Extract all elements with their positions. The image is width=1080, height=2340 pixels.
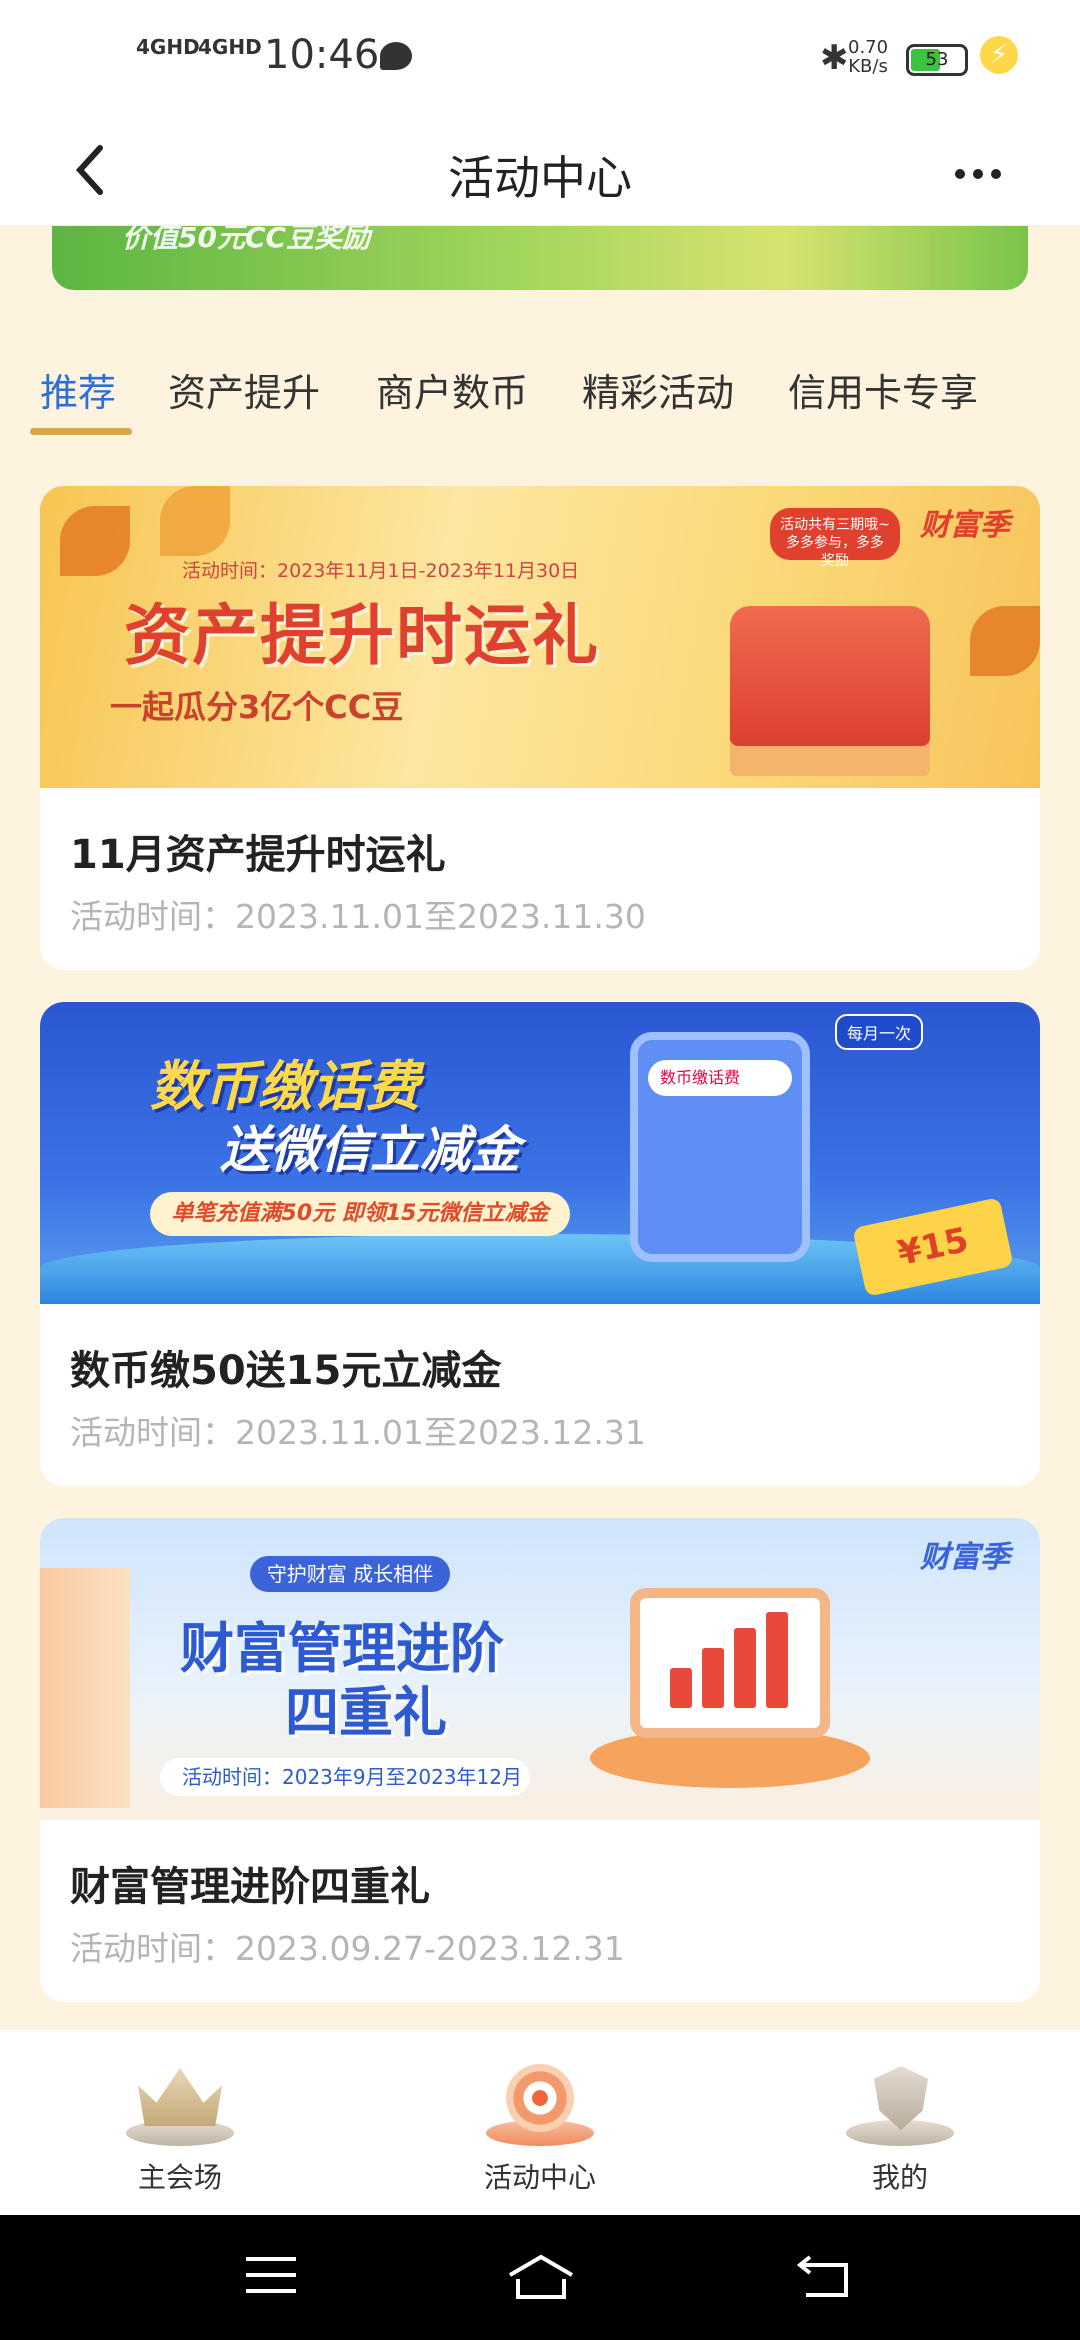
network-speed: 0.70 KB/s (848, 38, 888, 76)
activity-card[interactable]: 守护财富 成长相伴 财富管理进阶 四重礼 活动时间：2023年9月至2023年1… (40, 1518, 1040, 2002)
card-title: 财富管理进阶四重礼 (70, 1864, 430, 1910)
menu-icon[interactable] (244, 2253, 298, 2308)
card-title: 数币缴50送15元立减金 (70, 1348, 502, 1394)
header: 活动中心 (0, 118, 1080, 226)
activity-card[interactable]: 数币缴话费 送微信立减金 单笔充值满50元 即领15元微信立减金 数币缴话费 每… (40, 1002, 1040, 1486)
gift-box-icon (730, 606, 930, 776)
top-promo-banner[interactable]: 价值50元CC豆奖励 (52, 226, 1028, 290)
activity-banner-image: 活动时间：2023年11月1日-2023年11月30日 资产提升时运礼 一起瓜分… (40, 486, 1040, 788)
bottom-nav-label: 我的 (871, 2161, 928, 2194)
banner-tag: 活动共有三期哦~多多参与，多多奖励 (770, 508, 900, 569)
tab-credit-card-exclusive[interactable]: 信用卡专享 (788, 362, 978, 417)
charging-icon: ⚡ (980, 36, 1018, 74)
home-icon[interactable] (506, 2253, 576, 2314)
signal-1: 4GHD (136, 35, 200, 59)
speed-unit: KB/s (848, 56, 888, 77)
banner-offer-strip: 单笔充值满50元 即领15元微信立减金 (150, 1192, 570, 1236)
top-banner-text: 价值50元CC豆奖励 (122, 226, 371, 254)
bottom-nav-main-venue[interactable]: 主会场 (50, 2050, 310, 2196)
system-navigation-bar (0, 2215, 1080, 2340)
more-dots-icon (955, 169, 1001, 179)
banner-tag: 每月一次 (835, 1014, 924, 1050)
battery-level: 53 (925, 49, 949, 70)
banner-time: 活动时间：2023年11月1日-2023年11月30日 (182, 560, 580, 582)
chart-board-illustration (630, 1588, 830, 1738)
status-bar: 4GHD 4GHD 10:46 ✱ 0.70 KB/s 53 ⚡ (0, 0, 1080, 118)
banner-headline-2: 四重礼 (285, 1681, 447, 1744)
activity-banner-image: 数币缴话费 送微信立减金 单笔充值满50元 即领15元微信立减金 数币缴话费 每… (40, 1002, 1040, 1304)
card-date: 活动时间：2023.11.01至2023.11.30 (70, 897, 646, 936)
target-icon (480, 2050, 600, 2150)
active-tab-indicator (30, 428, 132, 435)
banner-logo: 财富季 (920, 508, 1010, 543)
phone-illustration: 数币缴话费 (630, 1032, 810, 1262)
bottom-nav-mine[interactable]: 我的 (770, 2050, 1030, 2196)
bottom-nav-label: 主会场 (137, 2161, 222, 2194)
bottom-nav-label: 活动中心 (483, 2161, 596, 2194)
tab-asset-upgrade[interactable]: 资产提升 (168, 362, 320, 417)
shield-icon (840, 2050, 960, 2150)
bottom-navigation: 主会场 活动中心 我的 (0, 2030, 1080, 2215)
banner-logo: 财富季 (920, 1540, 1010, 1575)
speed-value: 0.70 (848, 37, 889, 58)
building-illustration (40, 1568, 130, 1808)
crown-icon (120, 2050, 240, 2150)
card-title: 11月资产提升时运礼 (70, 832, 446, 878)
banner-top-pill: 守护财富 成长相伴 (250, 1556, 450, 1592)
tab-merchant-digital-currency[interactable]: 商户数币 (376, 362, 528, 417)
card-date: 活动时间：2023.09.27-2023.12.31 (70, 1929, 625, 1968)
banner-subtitle: 一起瓜分3亿个CC豆 (110, 688, 404, 726)
banner-headline: 资产提升时运礼 (124, 597, 600, 674)
banner-time: 活动时间：2023年9月至2023年12月 (160, 1758, 530, 1796)
tab-recommend[interactable]: 推荐 (40, 362, 116, 417)
clock: 10:46 (264, 32, 380, 78)
message-icon (380, 42, 412, 70)
battery-icon: 53 (906, 44, 968, 76)
more-button[interactable] (950, 132, 1010, 205)
back-nav-icon[interactable] (796, 2253, 852, 2310)
banner-search-text: 数币缴话费 (648, 1060, 792, 1096)
tab-featured-activities[interactable]: 精彩活动 (582, 362, 734, 417)
activity-card[interactable]: 活动时间：2023年11月1日-2023年11月30日 资产提升时运礼 一起瓜分… (40, 486, 1040, 970)
activity-banner-image: 守护财富 成长相伴 财富管理进阶 四重礼 活动时间：2023年9月至2023年1… (40, 1518, 1040, 1820)
bluetooth-icon: ✱ (820, 38, 849, 78)
banner-headline-2: 送微信立减金 (220, 1121, 520, 1179)
bottom-nav-activity-center[interactable]: 活动中心 (410, 2050, 670, 2196)
category-tabs: 推荐 资产提升 商户数币 精彩活动 信用卡专享 (0, 350, 1080, 440)
page-title: 活动中心 (448, 151, 632, 205)
signal-2: 4GHD (198, 35, 262, 59)
card-date: 活动时间：2023.11.01至2023.12.31 (70, 1413, 646, 1452)
